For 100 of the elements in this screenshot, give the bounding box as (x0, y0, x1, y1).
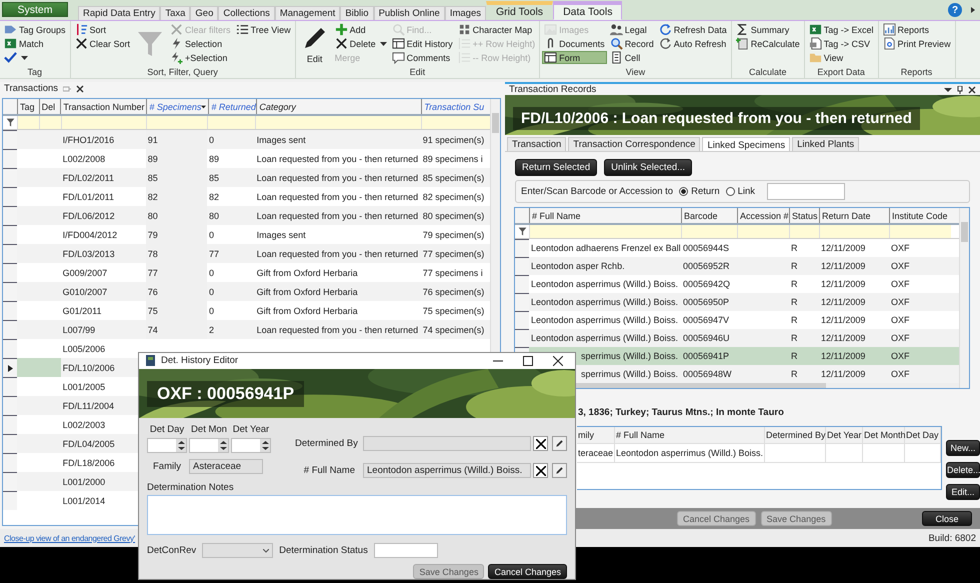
ribbon-button[interactable]: Form (542, 51, 607, 64)
row-selector[interactable] (3, 491, 17, 510)
table-row[interactable]: sperrimus (Willd.) Boiss. 00056941P R 12/11/2009 OXF (515, 347, 959, 365)
ribbon-button[interactable]: Tag -> Excel (806, 23, 876, 36)
ribbon-button[interactable]: Tree View (234, 23, 293, 36)
table-row[interactable]: Leontodon asperrimus (Willd.) Boiss. 00056950P R 12/11/2009 OXF (515, 293, 959, 311)
scrollbar[interactable] (959, 208, 969, 388)
ribbon-button[interactable]: Character Map (456, 23, 538, 36)
column-header[interactable]: Determined By (766, 430, 826, 440)
ribbon-button[interactable]: Summary (734, 23, 802, 36)
footer-button[interactable]: Close (922, 511, 972, 526)
ribbon-button[interactable]: Selection (168, 37, 233, 50)
ribbon-tab[interactable]: Publish Online (374, 6, 445, 20)
column-header[interactable]: Det Year (827, 430, 862, 440)
side-button[interactable]: Delete... (946, 462, 980, 478)
row-selector[interactable] (515, 239, 529, 257)
filter-cell[interactable] (146, 116, 208, 129)
close-icon[interactable] (553, 356, 563, 366)
row-selector[interactable] (3, 377, 17, 396)
ribbon-button[interactable]: Cell (608, 51, 656, 64)
scrollbar-thumb[interactable] (492, 113, 499, 133)
ribbon-button[interactable]: ReCalculate (734, 37, 802, 50)
ribbon-button[interactable]: View (806, 51, 876, 64)
dropdown-icon[interactable] (944, 86, 952, 92)
filter-cell[interactable] (207, 116, 255, 129)
scrollbar-thumb[interactable] (961, 222, 968, 242)
filter-cell[interactable] (60, 116, 146, 129)
tab[interactable]: Transaction (507, 137, 566, 151)
column-header[interactable]: Det Month (864, 430, 906, 440)
ribbon-tab[interactable]: Management (274, 6, 340, 20)
filter-cell[interactable] (529, 225, 681, 238)
ribbon-button[interactable]: Clear Sort (72, 37, 132, 50)
column-header[interactable]: Barcode (681, 208, 737, 223)
expand-icon[interactable] (970, 6, 976, 14)
row-selector[interactable] (3, 339, 17, 358)
close-icon[interactable] (968, 86, 976, 94)
row-selector[interactable] (3, 263, 17, 282)
column-header[interactable]: mily (578, 430, 594, 440)
ribbon-tab[interactable]: Rapid Data Entry (78, 6, 160, 20)
filter-cell[interactable] (889, 225, 951, 238)
row-selector[interactable] (3, 453, 17, 472)
ribbon-button[interactable]: Delete (332, 37, 389, 50)
row-selector[interactable] (3, 187, 17, 206)
ribbon-tab[interactable]: Geo (190, 6, 218, 20)
action-button[interactable]: Return Selected (515, 159, 598, 176)
barcode-field[interactable] (767, 183, 846, 200)
ribbon-tab[interactable]: Collections (218, 6, 275, 20)
table-row[interactable]: Leontodon asperrimus (Willd.) Boiss. 00056946U R 12/11/2009 OXF (515, 329, 959, 347)
tab[interactable]: Transaction Correspondence (568, 137, 700, 151)
dialog-button[interactable]: Cancel Changes (488, 564, 567, 579)
pin-icon[interactable] (957, 86, 963, 94)
filter-cell[interactable] (681, 225, 737, 238)
spin-field[interactable] (147, 438, 187, 453)
ribbon-button[interactable]: Sort (72, 23, 132, 36)
column-header[interactable]: Status (789, 208, 819, 223)
row-selector[interactable] (515, 275, 529, 293)
action-button[interactable]: Unlink Selected... (604, 159, 692, 176)
column-header[interactable]: Del (38, 99, 60, 114)
filter-cell[interactable] (789, 225, 819, 238)
row-selector[interactable] (3, 225, 17, 244)
filter-cell[interactable] (819, 225, 889, 238)
help-button[interactable]: ? (948, 3, 962, 17)
tab[interactable]: Linked Plants (792, 137, 860, 151)
ribbon-tab[interactable]: Data Tools (553, 1, 622, 20)
ribbon-button[interactable]: Documents (542, 37, 607, 50)
spin-field[interactable] (189, 438, 229, 453)
column-header[interactable]: # Full Name (616, 430, 665, 440)
ribbon-button[interactable]: Auto Refresh (656, 37, 729, 50)
filter-cell[interactable] (420, 116, 490, 129)
column-header[interactable]: Accession # (737, 208, 789, 223)
row-selector[interactable] (3, 301, 17, 320)
column-header[interactable]: Institute Code (889, 208, 951, 223)
filter-cell[interactable] (17, 116, 39, 129)
row-selector[interactable] (3, 149, 17, 168)
edit-button[interactable] (552, 436, 567, 451)
ribbon-button[interactable]: Refresh Data (656, 23, 729, 36)
ribbon-button[interactable]: Match (2, 37, 68, 50)
ribbon-button[interactable]: Edit (298, 23, 332, 65)
ribbon-tab[interactable]: Images (444, 6, 486, 20)
close-icon[interactable] (76, 84, 84, 92)
column-header[interactable]: # Full Name (529, 208, 681, 223)
tab[interactable]: Linked Specimens (702, 137, 790, 152)
caption-link[interactable]: Close-up view of an endangered Grevy' (4, 534, 136, 542)
ribbon-button[interactable]: Comments (390, 51, 455, 64)
row-selector[interactable] (3, 415, 17, 434)
ribbon-button[interactable]: Record (608, 37, 656, 50)
ribbon-button[interactable]: Print Preview (880, 37, 953, 50)
ribbon-button[interactable]: Reports (880, 23, 953, 36)
column-header[interactable]: Tag (17, 99, 39, 114)
maximize-icon[interactable] (523, 356, 533, 366)
column-header[interactable]: Transaction Number (60, 99, 146, 114)
notes-field[interactable] (147, 495, 567, 535)
full-name-field[interactable]: Leontodon asperrimus (Willd.) Boiss. (363, 463, 531, 478)
filter-cell[interactable] (254, 116, 421, 129)
family-field[interactable]: Asteraceae (188, 459, 263, 474)
status-field[interactable] (374, 543, 438, 558)
edit-button[interactable] (552, 463, 567, 478)
radio-button[interactable]: Link (726, 186, 756, 197)
ribbon-tab[interactable]: Biblio (340, 6, 374, 20)
filter-cell[interactable] (737, 225, 789, 238)
